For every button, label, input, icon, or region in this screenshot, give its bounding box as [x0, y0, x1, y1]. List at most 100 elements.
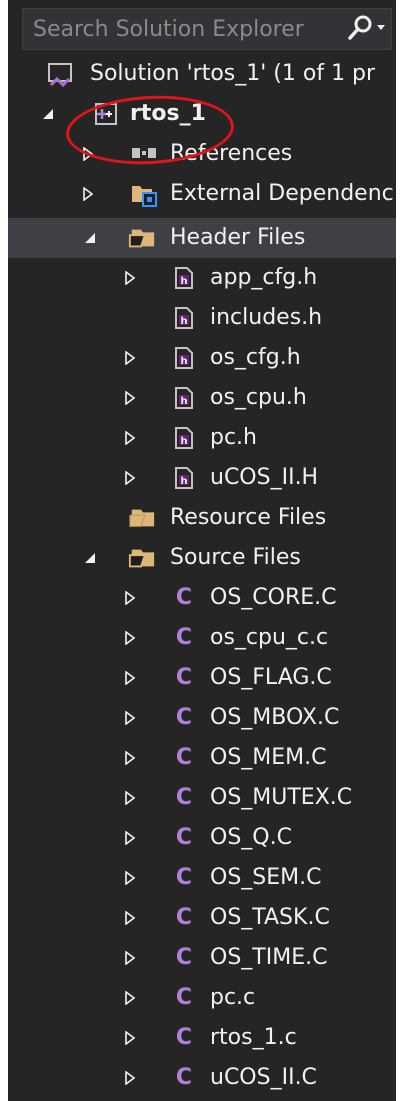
tree-item-label: OS_MUTEX.C	[210, 785, 353, 810]
tree-item-label: OS_Q.C	[210, 825, 292, 850]
source-file-item[interactable]: C OS_Q.C	[8, 818, 396, 858]
tree-item-label: os_cpu.h	[210, 385, 307, 410]
tree-item-label: OS_MBOX.C	[210, 705, 340, 730]
expand-arrow-icon[interactable]	[120, 338, 140, 378]
c-file-icon: C	[175, 785, 193, 810]
expand-arrow-icon[interactable]	[120, 818, 140, 858]
tree-item-label: includes.h	[210, 305, 323, 330]
expand-arrow-icon[interactable]	[120, 418, 140, 458]
tree-item-label: uCOS_II.H	[210, 465, 319, 490]
collapse-arrow-icon[interactable]	[38, 94, 58, 134]
expand-arrow-icon[interactable]	[120, 1058, 140, 1098]
svg-text:h: h	[180, 276, 187, 287]
header-file-item[interactable]: h pc.h	[8, 418, 396, 458]
expand-arrow-icon[interactable]	[120, 978, 140, 1018]
source-file-item[interactable]: Cos_cpu_c.c	[8, 618, 396, 658]
source-file-item[interactable]: C OS_MEM.C	[8, 738, 396, 778]
header-file-item[interactable]: h os_cfg.h	[8, 338, 396, 378]
c-file-icon: C	[175, 745, 193, 770]
tree-item-source-files[interactable]: Source Files	[8, 538, 396, 578]
expand-arrow-icon[interactable]	[120, 618, 140, 658]
source-file-item[interactable]: C OS_SEM.C	[8, 858, 396, 898]
expand-arrow-icon[interactable]	[120, 738, 140, 778]
expand-arrow-icon[interactable]	[120, 258, 140, 298]
solution-explorer-panel: Search Solution Explorer Solution 'rtos_…	[8, 0, 396, 1101]
source-file-item[interactable]: CuCOS_II.C	[8, 1058, 396, 1098]
search-button[interactable]	[341, 9, 391, 49]
tree-item-label: rtos_1.c	[210, 1025, 297, 1050]
expand-arrow-icon[interactable]	[120, 938, 140, 978]
expand-arrow-icon[interactable]	[120, 658, 140, 698]
solution-icon	[46, 60, 74, 88]
external-dependencies-icon	[130, 180, 158, 208]
svg-text:h: h	[180, 396, 187, 407]
expand-arrow-icon[interactable]	[120, 698, 140, 738]
svg-text:h: h	[180, 476, 187, 487]
tree-item-label: Source Files	[170, 545, 301, 570]
tree-item-label: Resource Files	[170, 505, 327, 530]
header-file-item[interactable]: h os_cpu.h	[8, 378, 396, 418]
filter-folder-icon	[128, 504, 156, 532]
collapse-arrow-icon[interactable]	[80, 538, 100, 578]
c-file-icon: C	[175, 865, 193, 890]
source-file-item[interactable]: C OS_TIME.C	[8, 938, 396, 978]
c-file-icon: C	[175, 945, 193, 970]
collapse-arrow-icon[interactable]	[80, 218, 100, 258]
c-file-icon: C	[175, 665, 193, 690]
tree-item-label: Header Files	[170, 225, 306, 250]
tree-item-label: OS_MEM.C	[210, 745, 327, 770]
search-icon	[348, 15, 385, 40]
expand-arrow-icon[interactable]	[120, 778, 140, 818]
svg-text:h: h	[180, 316, 187, 327]
header-file-item[interactable]: h uCOS_II.H	[8, 458, 396, 498]
source-file-item[interactable]: C OS_MUTEX.C	[8, 778, 396, 818]
svg-text:h: h	[180, 436, 187, 447]
c-file-icon: C	[175, 1025, 193, 1050]
source-file-item[interactable]: C OS_TASK.C	[8, 898, 396, 938]
expand-arrow-icon[interactable]	[120, 458, 140, 498]
tree-item-header-files[interactable]: Header Files	[8, 218, 396, 258]
tree-item-label: Solution 'rtos_1' (1 of 1 pr	[90, 61, 376, 86]
tree-item-label: OS_TIME.C	[210, 945, 328, 970]
tree-item-solution[interactable]: Solution 'rtos_1' (1 of 1 pr	[8, 54, 396, 94]
c-file-icon: C	[175, 705, 193, 730]
tree-item-label: os_cpu_c.c	[210, 625, 329, 650]
header-file-icon: h	[170, 464, 198, 492]
tree-item-label: External Dependenc	[170, 181, 394, 206]
header-file-icon: h	[170, 344, 198, 372]
header-file-icon: h	[170, 424, 198, 452]
header-file-item[interactable]: h includes.h	[8, 298, 396, 338]
expand-arrow-icon[interactable]	[120, 378, 140, 418]
expand-arrow-icon[interactable]	[120, 1018, 140, 1058]
search-input[interactable]: Search Solution Explorer	[33, 17, 304, 42]
svg-text:h: h	[180, 356, 187, 367]
header-file-item[interactable]: h app_cfg.h	[8, 258, 396, 298]
expand-arrow-icon[interactable]	[120, 898, 140, 938]
tree-item-label: pc.c	[210, 985, 256, 1010]
search-box[interactable]: Search Solution Explorer	[22, 8, 392, 50]
tree-item-label: OS_SEM.C	[210, 865, 322, 890]
filter-folder-icon	[128, 544, 156, 572]
chevron-down-icon	[377, 25, 385, 30]
tree-item-external-dependencies[interactable]: External Dependenc	[8, 174, 396, 214]
tree-item-resource-files[interactable]: Resource Files	[8, 498, 396, 538]
c-file-icon: C	[175, 905, 193, 930]
expand-arrow-icon[interactable]	[120, 578, 140, 618]
c-file-icon: C	[175, 625, 193, 650]
header-file-icon: h	[170, 304, 198, 332]
expand-arrow-icon[interactable]	[120, 858, 140, 898]
header-file-icon: h	[170, 384, 198, 412]
expand-arrow-icon[interactable]	[78, 174, 98, 214]
tree-item-label: OS_TASK.C	[210, 905, 330, 930]
tree-item-label: OS_FLAG.C	[210, 665, 332, 690]
header-file-icon: h	[170, 264, 198, 292]
source-file-item[interactable]: C OS_FLAG.C	[8, 658, 396, 698]
source-file-item[interactable]: Cpc.c	[8, 978, 396, 1018]
source-file-item[interactable]: C OS_CORE.C	[8, 578, 396, 618]
c-file-icon: C	[175, 825, 193, 850]
source-file-item[interactable]: Crtos_1.c	[8, 1018, 396, 1058]
tree-item-label: uCOS_II.C	[210, 1065, 317, 1090]
tree-item-label: pc.h	[210, 425, 257, 450]
tree-item-label: OS_CORE.C	[210, 585, 337, 610]
source-file-item[interactable]: C OS_MBOX.C	[8, 698, 396, 738]
